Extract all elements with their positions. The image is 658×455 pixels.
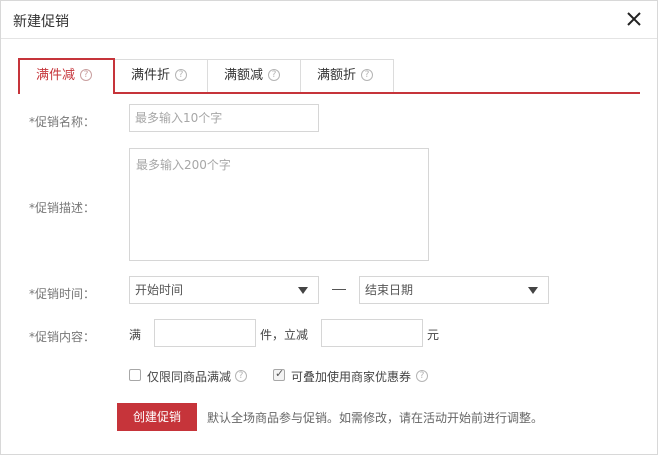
- range-separator: [332, 289, 346, 290]
- promotion-type-tabs: 满件减? 满件折? 满额减? 满额折?: [18, 58, 640, 94]
- content-suffix: 元: [427, 328, 440, 342]
- promotion-description-textarea[interactable]: [129, 148, 429, 261]
- close-icon[interactable]: [623, 8, 645, 30]
- tab-full-count-discount[interactable]: 满件减?: [18, 58, 115, 94]
- end-date-select[interactable]: 结束日期: [359, 276, 549, 304]
- tab-full-count-percent[interactable]: 满件折?: [114, 59, 208, 92]
- help-icon[interactable]: ?: [235, 370, 247, 382]
- caret-down-icon: [528, 287, 538, 294]
- scope-hint: 默认全场商品参与促销。如需修改，请在活动开始前进行调整。: [207, 411, 544, 425]
- content-prefix: 满: [129, 328, 142, 342]
- discount-amount-input[interactable]: [321, 319, 423, 347]
- start-time-select[interactable]: 开始时间: [129, 276, 319, 304]
- help-icon[interactable]: ?: [361, 68, 374, 81]
- create-promotion-button[interactable]: 创建促销: [117, 403, 197, 431]
- tab-label: 满额折: [317, 68, 357, 83]
- promotion-name-label: *促销名称：: [29, 115, 96, 129]
- promotion-name-input[interactable]: [129, 104, 319, 132]
- item-count-input[interactable]: [154, 319, 256, 347]
- same-product-only-checkbox[interactable]: [129, 369, 141, 381]
- promotion-time-label: *促销时间：: [29, 287, 96, 301]
- tab-full-amount-discount[interactable]: 满额减?: [207, 59, 301, 92]
- caret-down-icon: [298, 287, 308, 294]
- end-date-value: 结束日期: [365, 283, 414, 297]
- content-middle: 件，立减: [260, 328, 309, 342]
- tab-label: 满件折: [131, 68, 171, 83]
- stack-coupon-checkbox[interactable]: [273, 367, 285, 381]
- help-icon[interactable]: ?: [80, 68, 93, 81]
- promotion-content-label: *促销内容：: [29, 330, 96, 344]
- help-icon[interactable]: ?: [416, 370, 428, 382]
- tab-full-amount-percent[interactable]: 满额折?: [300, 59, 394, 92]
- tab-label: 满件减: [36, 68, 76, 83]
- tab-label: 满额减: [224, 68, 264, 83]
- new-promotion-dialog: 新建促销 满件减? 满件折? 满额减? 满额折? *促销名称： *促销描述： *…: [0, 0, 658, 455]
- same-product-only-label: 仅限同商品满减: [147, 370, 232, 384]
- start-time-value: 开始时间: [135, 283, 184, 297]
- dialog-header: 新建促销: [1, 1, 657, 39]
- promotion-description-label: *促销描述：: [29, 201, 96, 215]
- help-icon[interactable]: ?: [175, 68, 188, 81]
- help-icon[interactable]: ?: [268, 68, 281, 81]
- stack-coupon-label: 可叠加使用商家优惠券: [291, 370, 412, 384]
- dialog-title: 新建促销: [13, 14, 69, 30]
